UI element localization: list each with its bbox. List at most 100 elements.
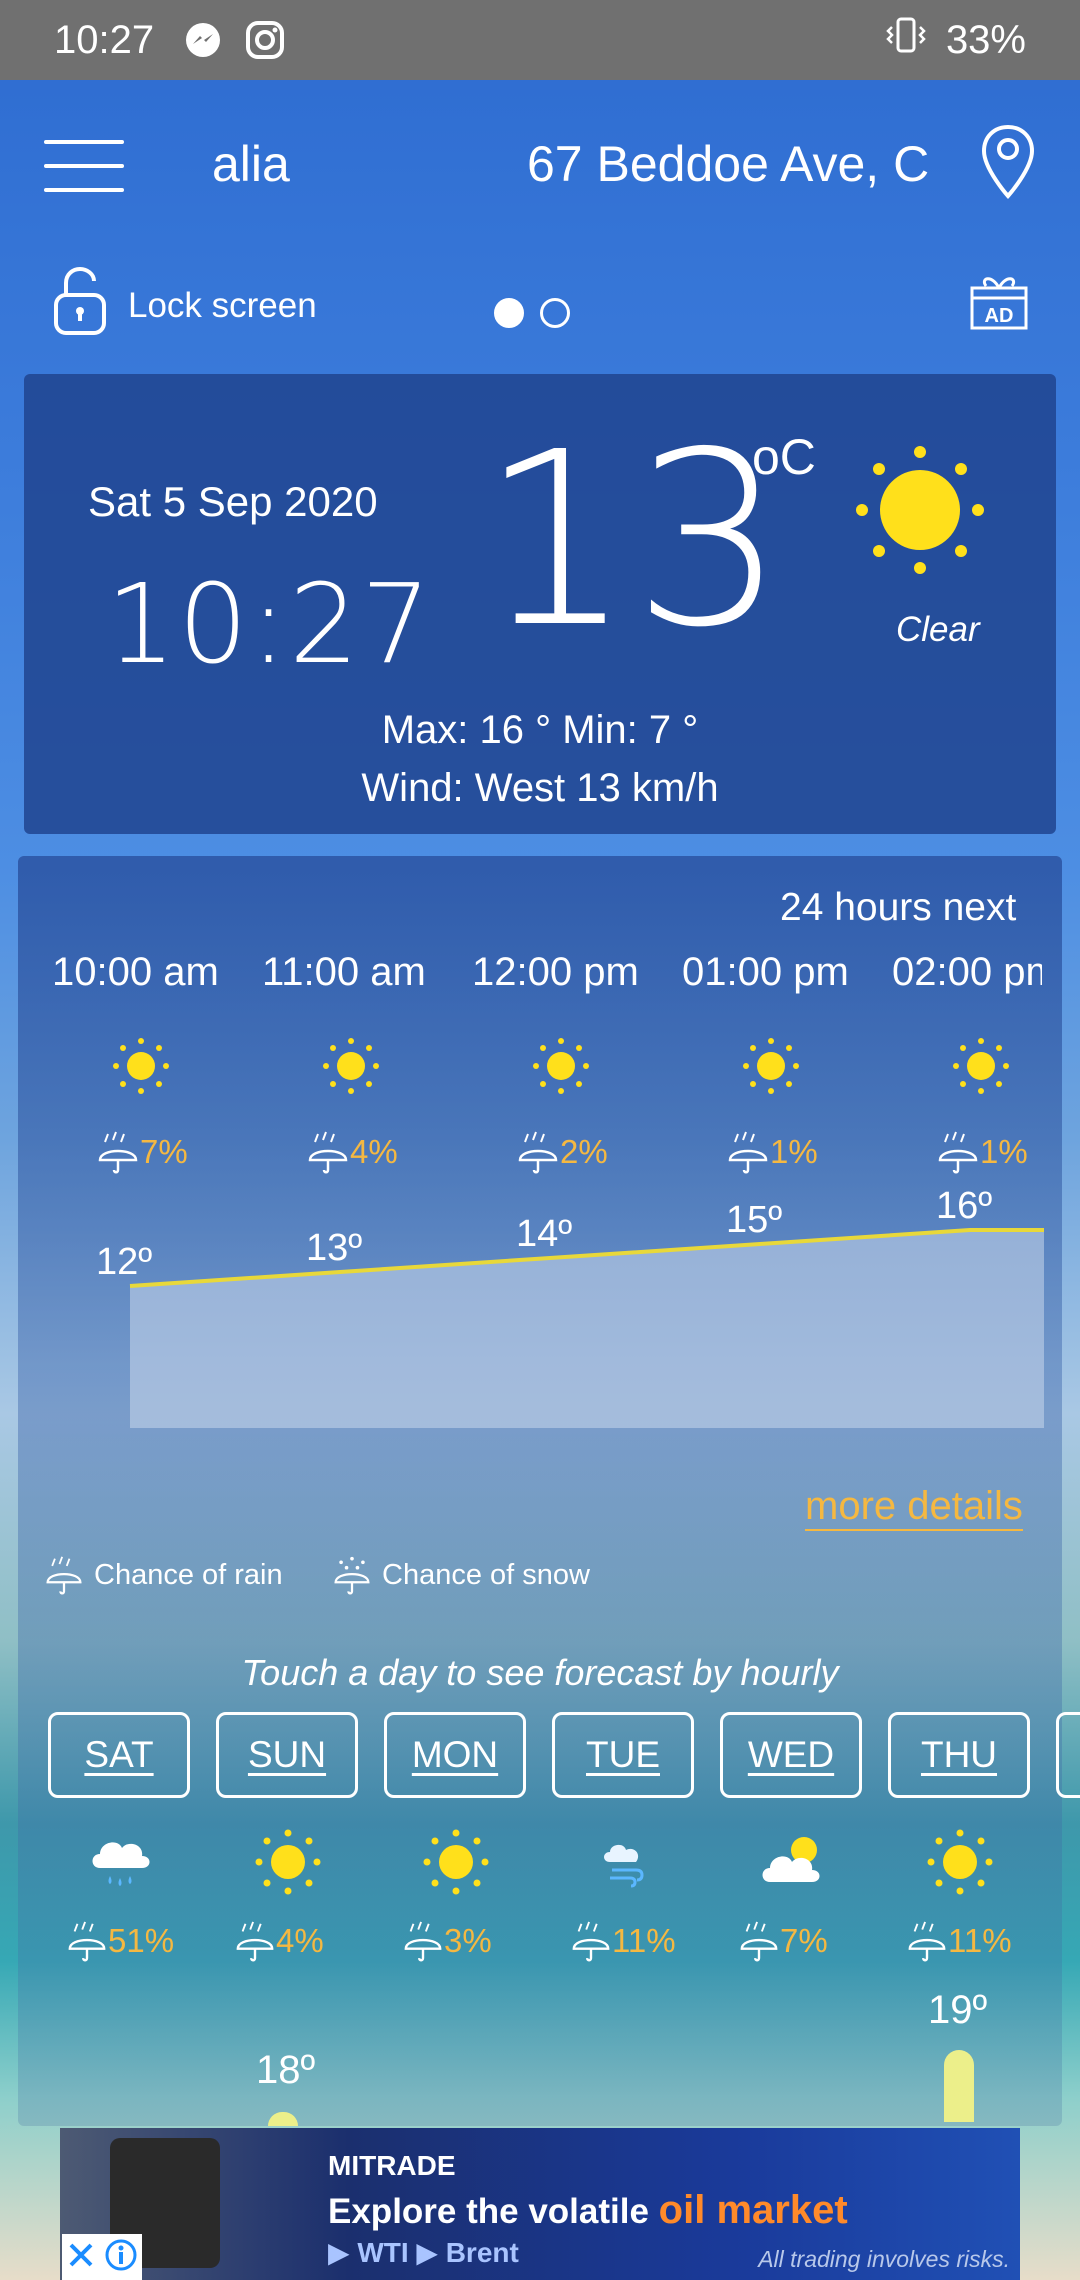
wind-cloud-icon bbox=[604, 1844, 644, 1888]
location-country[interactable]: alia bbox=[212, 135, 312, 193]
hourly-forecast[interactable]: 10:00 am 7% 11:00 am 4% 12:00 pm 2% 01:0… bbox=[52, 950, 1042, 1174]
daily-tabs: SAT SUN MON TUE WED THU bbox=[48, 1712, 1080, 1798]
rain-chance: 3% bbox=[444, 1922, 492, 1959]
hour-time: 01:00 pm bbox=[682, 950, 849, 994]
ad-banner[interactable]: MITRADE Explore the volatile oil market … bbox=[60, 2128, 1020, 2280]
day-item: 4% bbox=[216, 1826, 384, 1962]
day-item: 11% bbox=[888, 1826, 1056, 1962]
temperature-label: 12º bbox=[96, 1241, 152, 1283]
sun-icon bbox=[255, 1829, 321, 1895]
ad-controls bbox=[62, 2234, 142, 2280]
location-address[interactable]: 67 Beddoe Ave, C bbox=[527, 135, 937, 193]
more-details-link[interactable]: more details bbox=[805, 1484, 1023, 1531]
daily-hint: Touch a day to see forecast by hourly bbox=[241, 1652, 839, 1693]
messenger-icon bbox=[182, 19, 224, 61]
hourly-temperature-chart: 12º 13º 14º 15º 16º bbox=[96, 1190, 1044, 1428]
day-tab-mon[interactable]: MON bbox=[384, 1712, 526, 1798]
svg-text:AD: AD bbox=[985, 305, 1014, 327]
rain-umbrella-icon bbox=[572, 1921, 610, 1962]
legend-rain: Chance of rain bbox=[44, 1555, 283, 1595]
wind-info: Wind: West 13 km/h bbox=[361, 766, 719, 810]
ad-subtext: ▶ WTI ▶ Brent bbox=[328, 2237, 519, 2268]
menu-button[interactable] bbox=[44, 140, 124, 196]
day-tab-wed[interactable]: WED bbox=[720, 1712, 862, 1798]
rain-cloud-icon bbox=[92, 1842, 150, 1886]
hour-item: 11:00 am 4% bbox=[262, 950, 472, 1174]
hamburger-icon bbox=[44, 140, 124, 144]
rain-chance: 4% bbox=[350, 1133, 398, 1170]
battery-level: 33% bbox=[945, 17, 1026, 62]
sun-icon bbox=[533, 1038, 589, 1094]
rain-chance: 1% bbox=[980, 1133, 1028, 1170]
rain-chance: 4% bbox=[276, 1922, 324, 1959]
rain-umbrella-icon bbox=[236, 1921, 274, 1962]
rain-umbrella-icon bbox=[68, 1921, 106, 1962]
ad-gift-icon[interactable]: AD bbox=[968, 270, 1030, 332]
hour-time: 02:00 pm bbox=[892, 950, 1042, 994]
current-clock: 10:27 bbox=[106, 560, 434, 688]
legend-rain-label: Chance of rain bbox=[94, 1558, 283, 1591]
hourly-title: 24 hours next bbox=[780, 886, 1017, 929]
hour-item: 12:00 pm 2% bbox=[472, 950, 682, 1174]
rain-chance: 1% bbox=[770, 1133, 818, 1170]
day-tab-thu[interactable]: THU bbox=[888, 1712, 1030, 1798]
rain-umbrella-icon bbox=[98, 1131, 138, 1174]
location-pin-icon[interactable] bbox=[980, 124, 1036, 200]
sun-icon bbox=[927, 1829, 993, 1895]
sun-icon bbox=[423, 1829, 489, 1895]
ad-info-icon[interactable] bbox=[104, 2238, 138, 2277]
status-bar: 10:27 33% bbox=[0, 0, 1080, 80]
day-item: 51% bbox=[48, 1826, 216, 1962]
rain-umbrella-icon bbox=[908, 1921, 946, 1962]
page-dot bbox=[540, 298, 570, 328]
rain-umbrella-icon bbox=[518, 1131, 558, 1174]
legend-snow-label: Chance of snow bbox=[382, 1558, 590, 1591]
temperature-label: 16º bbox=[936, 1190, 992, 1227]
daily-temp-label: 18º bbox=[256, 2048, 316, 2092]
current-date: Sat 5 Sep 2020 bbox=[88, 478, 378, 525]
day-tab-fri[interactable] bbox=[1056, 1712, 1080, 1798]
temperature-label: 13º bbox=[306, 1227, 362, 1269]
daily-temp-bar bbox=[944, 2050, 974, 2122]
sun-icon bbox=[113, 1038, 169, 1094]
temperature-label: 14º bbox=[516, 1213, 572, 1255]
hour-time: 11:00 am bbox=[262, 950, 426, 994]
rain-umbrella-icon bbox=[46, 1556, 82, 1595]
ad-headline: Explore the volatile oil market bbox=[328, 2188, 848, 2232]
day-tab-sun[interactable]: SUN bbox=[216, 1712, 358, 1798]
day-tab-tue[interactable]: TUE bbox=[552, 1712, 694, 1798]
rain-chance: 7% bbox=[780, 1922, 828, 1959]
rain-umbrella-icon bbox=[740, 1921, 778, 1962]
rain-chance: 51% bbox=[108, 1922, 175, 1959]
rain-chance: 11% bbox=[948, 1922, 1012, 1959]
close-icon[interactable] bbox=[66, 2240, 96, 2275]
max-min-temperature: Max: 16 ° Min: 7 ° bbox=[381, 708, 699, 752]
temperature-label: 15º bbox=[726, 1199, 782, 1241]
daily-forecast: 51% 4% 3% 11% 7% 11% bbox=[48, 1826, 1080, 1962]
temperature-area bbox=[130, 1230, 1044, 1428]
daily-temp-label: 19º bbox=[928, 1988, 988, 2032]
current-temperature: 13 bbox=[480, 400, 786, 680]
page-dot-active bbox=[494, 298, 524, 328]
rain-umbrella-icon bbox=[308, 1131, 348, 1174]
day-item: 7% bbox=[720, 1826, 888, 1962]
current-condition: Clear bbox=[896, 610, 980, 649]
lock-screen-toggle[interactable]: Lock screen bbox=[52, 265, 317, 346]
status-time: 10:27 bbox=[54, 17, 155, 62]
partly-cloudy-icon bbox=[762, 1837, 820, 1882]
rain-umbrella-icon bbox=[938, 1131, 978, 1174]
hour-time: 12:00 pm bbox=[472, 950, 639, 994]
rain-chance: 11% bbox=[612, 1922, 676, 1959]
day-item: 11% bbox=[552, 1826, 720, 1962]
page-indicator bbox=[494, 298, 570, 328]
ad-brand: MITRADE bbox=[328, 2150, 456, 2181]
day-item: 3% bbox=[384, 1826, 552, 1962]
legend-snow: Chance of snow bbox=[332, 1555, 590, 1595]
rain-chance: 2% bbox=[560, 1133, 608, 1170]
hour-item: 10:00 am 7% bbox=[52, 950, 262, 1174]
day-tab-sat[interactable]: SAT bbox=[48, 1712, 190, 1798]
snow-umbrella-icon bbox=[334, 1556, 370, 1595]
sun-icon bbox=[953, 1038, 1009, 1094]
rain-umbrella-icon bbox=[728, 1131, 768, 1174]
lock-screen-label: Lock screen bbox=[128, 285, 317, 325]
